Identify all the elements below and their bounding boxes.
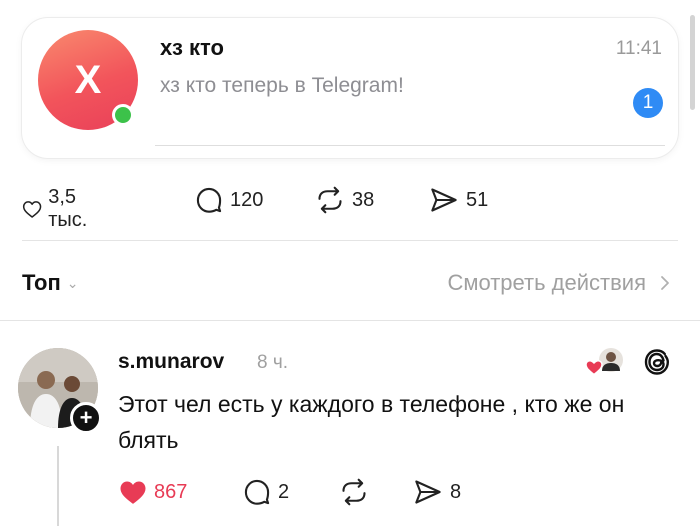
threads-icon[interactable] <box>641 346 673 378</box>
post-comment-button[interactable]: 120 <box>194 186 263 214</box>
reply-like-count: 867 <box>154 480 188 503</box>
share-icon <box>431 188 457 212</box>
reply-username[interactable]: s.munarov <box>118 350 224 374</box>
reply-comment-button[interactable]: 2 <box>242 478 289 506</box>
sort-divider <box>0 320 700 321</box>
reply-share-count: 8 <box>450 480 462 503</box>
thread-line <box>57 446 59 526</box>
notification-title: хз кто <box>160 35 224 60</box>
notification-time: 11:41 <box>615 38 662 59</box>
comment-icon <box>244 479 270 505</box>
chevron-down-icon: ⌄ <box>66 274 79 291</box>
notification-message: хз кто теперь в Telegram! <box>160 74 404 97</box>
sort-label: Топ <box>22 270 61 295</box>
post-like-button[interactable]: 3,5 тыс. <box>22 186 97 232</box>
reply-like-button[interactable]: 867 <box>118 478 187 506</box>
card-separator <box>155 145 665 146</box>
view-activity-label: Смотреть действия <box>447 270 646 295</box>
reply-text: Этот чел есть у каждого в телефоне , кто… <box>118 391 625 453</box>
online-status-dot <box>112 104 134 126</box>
follow-plus-button[interactable]: + <box>70 402 102 434</box>
post-comment-count: 120 <box>230 188 264 211</box>
repost-icon <box>342 478 366 506</box>
avatar-letter: X <box>74 57 102 102</box>
heart-icon <box>120 481 146 504</box>
unread-badge: 1 <box>633 88 663 118</box>
post-like-count: 3,5 тыс. <box>48 186 88 231</box>
stats-divider <box>22 240 678 241</box>
liked-by-author-indicator <box>583 345 627 379</box>
comment-icon <box>196 187 222 213</box>
scrollbar-thumb[interactable] <box>690 15 695 110</box>
reply-repost-button[interactable] <box>338 478 370 506</box>
repost-icon <box>318 186 342 214</box>
post-share-count: 51 <box>466 188 489 211</box>
heart-icon <box>22 201 42 218</box>
post-repost-count: 38 <box>352 188 375 211</box>
share-icon <box>415 480 441 504</box>
reply-share-button[interactable]: 8 <box>412 478 461 506</box>
chevron-right-icon <box>661 276 669 290</box>
view-activity-link[interactable]: Смотреть действия <box>447 270 670 296</box>
post-share-button[interactable]: 51 <box>428 186 488 214</box>
reply-timestamp: 8 ч. <box>257 352 289 373</box>
post-repost-button[interactable]: 38 <box>314 186 374 214</box>
sort-dropdown[interactable]: Топ ⌄ <box>22 270 79 296</box>
reply-comment-count: 2 <box>278 480 290 503</box>
